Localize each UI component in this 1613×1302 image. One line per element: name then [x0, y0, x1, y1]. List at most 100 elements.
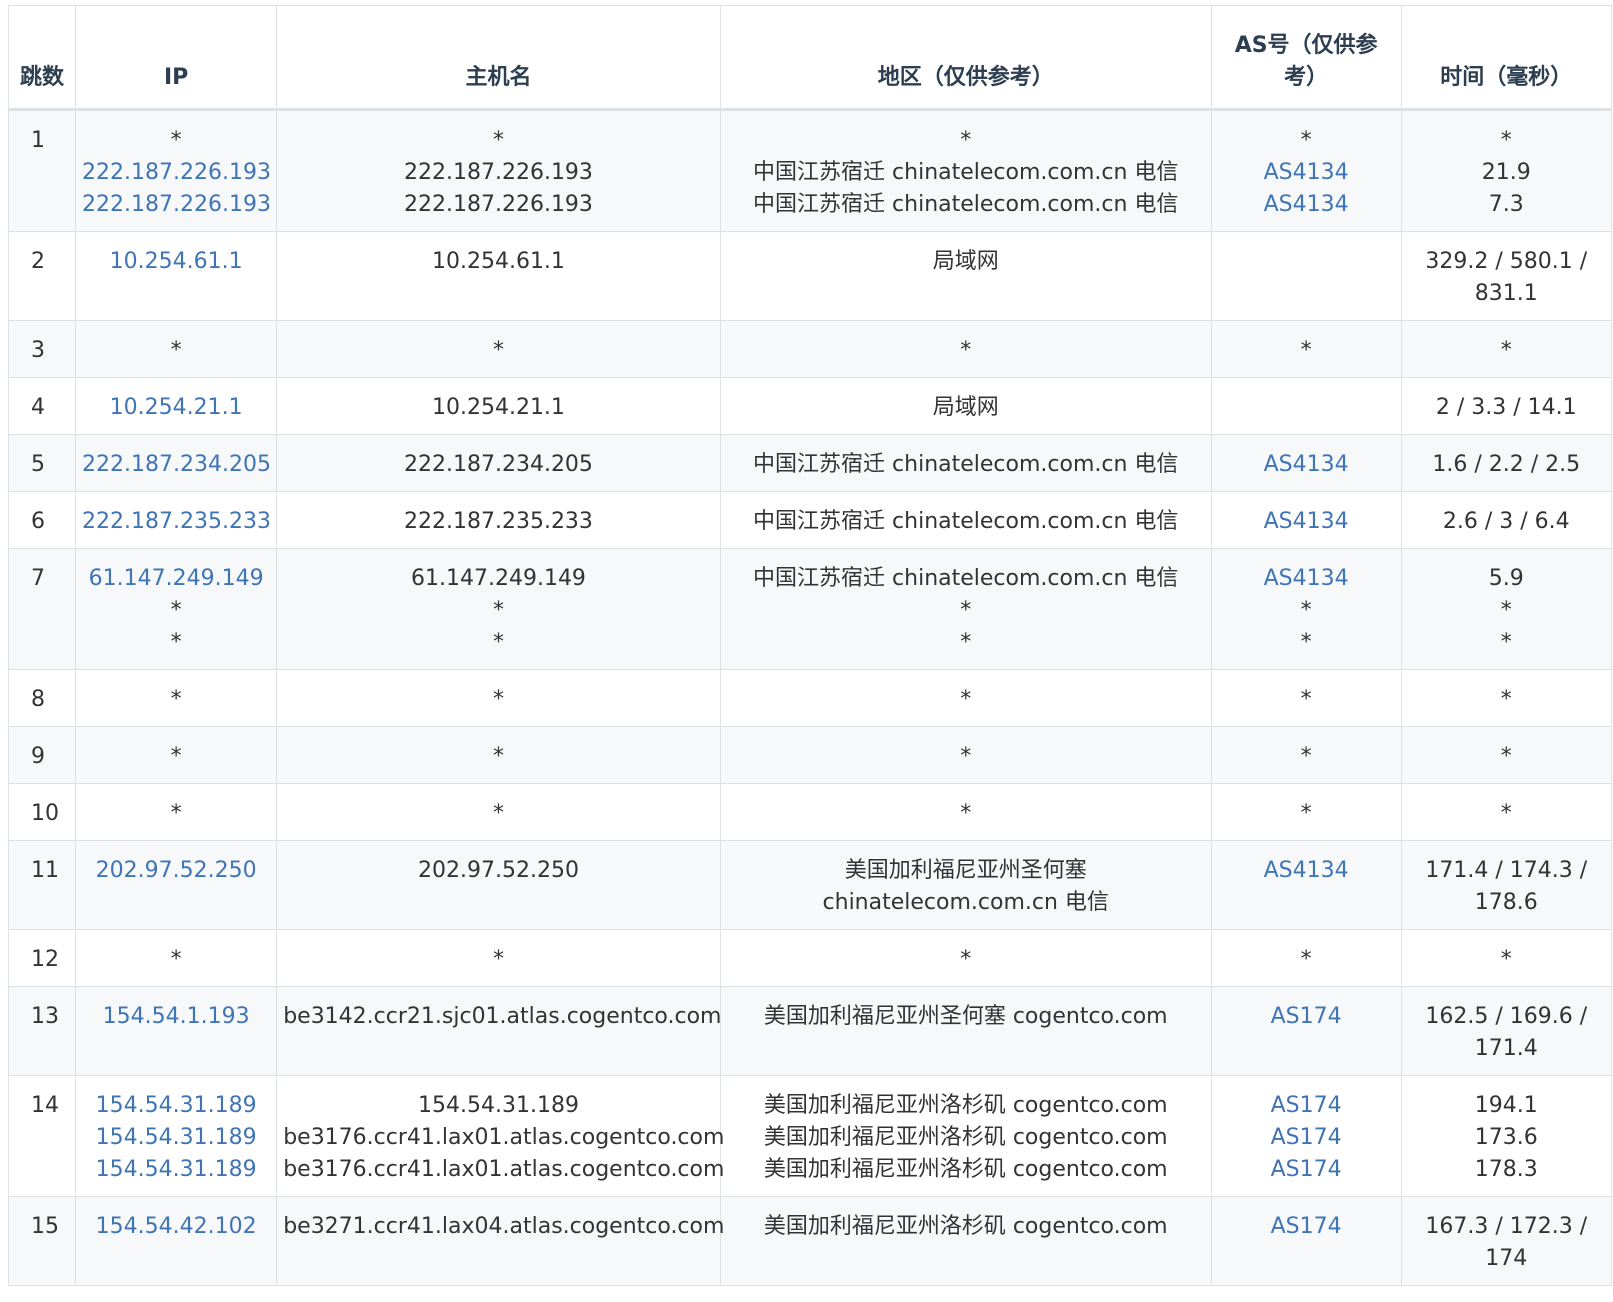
ip-address-cell: *	[75, 929, 278, 987]
hostname: 202.97.52.250	[417, 858, 579, 883]
ip-address-link[interactable]: 222.187.234.205	[82, 449, 271, 481]
hostname-cell: 10.254.61.1	[276, 231, 721, 321]
col-header-region: 地区（仅供参考）	[719, 5, 1212, 111]
hostname-cell: *	[276, 320, 721, 378]
asn-link[interactable]: AS174	[1218, 1001, 1395, 1033]
ip-address-cell: *	[75, 783, 278, 841]
region-cell: 局域网	[719, 377, 1212, 435]
ip-address-cell: * 222.187.226.193 222.187.226.193	[75, 109, 278, 232]
table-body: 1 * 222.187.226.193 222.187.226.193 * 222.187…	[7, 109, 1613, 1286]
asn-link[interactable]: AS4134	[1218, 563, 1395, 595]
latency: 21.9	[1481, 160, 1531, 185]
ip-address-cell: *	[75, 726, 278, 784]
latency-cell: *	[1400, 669, 1613, 727]
asn-link[interactable]: AS174	[1218, 1122, 1395, 1154]
asn-link[interactable]: AS174	[1218, 1090, 1395, 1122]
latency: *	[1500, 744, 1512, 769]
latency: 194.1	[1474, 1093, 1538, 1118]
table-row: 10 * * * * *	[7, 783, 1613, 841]
hostname: be3271.ccr41.lax04.atlas.cogentco.com	[283, 1214, 725, 1239]
region: 局域网	[932, 395, 999, 420]
ip-address-link[interactable]: 154.54.1.193	[82, 1001, 270, 1033]
hop-number: 11	[7, 840, 77, 930]
ip-address-link[interactable]: 154.54.31.189	[82, 1122, 270, 1154]
ip-address-link[interactable]: 154.54.31.189	[82, 1090, 270, 1122]
ip-address-link[interactable]: 202.97.52.250	[82, 855, 270, 887]
hostname: *	[492, 598, 504, 623]
table-row: 14 154.54.31.189 154.54.31.189 154.54.31.18…	[7, 1075, 1613, 1197]
ip-address-link[interactable]: 61.147.249.149	[82, 563, 270, 595]
hostname-cell: be3271.ccr41.lax04.atlas.cogentco.com	[276, 1196, 725, 1286]
hostname-cell: 10.254.21.1	[276, 377, 721, 435]
latency-cell: 2.6 / 3 / 6.4	[1400, 491, 1613, 549]
ip-address: *	[170, 630, 182, 655]
hostname: be3142.ccr21.sjc01.atlas.cogentco.com	[283, 1004, 722, 1029]
hop-number: 14	[7, 1075, 77, 1197]
asn-link[interactable]: AS4134	[1218, 506, 1395, 538]
asn: *	[1300, 598, 1312, 623]
ip-address-link[interactable]: 10.254.61.1	[82, 246, 270, 278]
region: *	[960, 947, 972, 972]
asn: *	[1300, 801, 1312, 826]
latency-cell: 329.2 / 580.1 / 831.1	[1400, 231, 1613, 321]
latency: 173.6	[1474, 1125, 1538, 1150]
table-row: 1 * 222.187.226.193 222.187.226.193 * 222.187…	[7, 109, 1613, 232]
ip-address-link[interactable]: 222.187.235.233	[82, 506, 271, 538]
hostname: *	[492, 630, 504, 655]
header-row: 跳数 IP 主机名 地区（仅供参考） AS号（仅供参考） 时间（毫秒）	[7, 5, 1613, 111]
region: 美国加利福尼亚州洛杉矶 cogentco.com	[763, 1125, 1168, 1150]
asn-link[interactable]: AS4134	[1218, 449, 1395, 481]
ip-address-link[interactable]: 222.187.226.193	[82, 157, 271, 189]
hostname-cell: 154.54.31.189 be3176.ccr41.lax01.atlas.co…	[276, 1075, 724, 1197]
hostname-cell: 222.187.235.233	[276, 491, 721, 549]
ip-address-link[interactable]: 154.54.42.102	[82, 1211, 270, 1243]
latency: *	[1500, 687, 1512, 712]
region: 中国江苏宿迁 chinatelecom.com.cn 电信	[753, 509, 1179, 534]
hop-number: 3	[7, 320, 77, 378]
latency-cell: 167.3 / 172.3 / 174	[1400, 1196, 1613, 1286]
asn-link[interactable]: AS4134	[1218, 189, 1395, 221]
asn-cell: AS4134 * *	[1210, 548, 1402, 670]
table-header: 跳数 IP 主机名 地区（仅供参考） AS号（仅供参考） 时间（毫秒）	[7, 5, 1613, 111]
hostname: *	[492, 687, 504, 712]
ip-address-link[interactable]: 10.254.21.1	[82, 392, 270, 424]
region: *	[960, 128, 972, 153]
region: 中国江苏宿迁 chinatelecom.com.cn 电信	[753, 160, 1179, 185]
asn-link[interactable]: AS4134	[1218, 855, 1395, 887]
ip-address-link[interactable]: 222.187.226.193	[82, 189, 271, 221]
ip-address-cell: *	[75, 320, 278, 378]
region-cell: *	[719, 726, 1212, 784]
table-row: 3 * * * * *	[7, 320, 1613, 378]
region: *	[960, 598, 972, 623]
latency: *	[1500, 338, 1512, 363]
latency: *	[1500, 128, 1512, 153]
region-cell: 美国加利福尼亚州圣何塞 chinatelecom.com.cn 电信	[719, 840, 1212, 930]
latency-cell: 194.1 173.6 178.3	[1400, 1075, 1613, 1197]
asn-cell: AS4134	[1210, 840, 1402, 930]
hop-number: 5	[7, 434, 77, 492]
ip-address: *	[170, 687, 182, 712]
hostname: 10.254.21.1	[431, 395, 565, 420]
ip-address-link[interactable]: 154.54.31.189	[82, 1154, 270, 1186]
ip-address: *	[170, 598, 182, 623]
table-row: 5 222.187.234.205 222.187.234.205 中国江苏宿迁 ch…	[7, 434, 1613, 492]
hostname: *	[492, 947, 504, 972]
table-row: 2 10.254.61.1 10.254.61.1 局域网 329.2 / 580.1 …	[7, 231, 1613, 321]
hostname: *	[492, 801, 504, 826]
latency: *	[1500, 947, 1512, 972]
asn-link[interactable]: AS174	[1218, 1211, 1395, 1243]
region: *	[960, 687, 972, 712]
hostname-cell: *	[276, 783, 721, 841]
asn-cell: *	[1210, 929, 1402, 987]
asn-cell	[1210, 231, 1402, 321]
asn-link[interactable]: AS174	[1218, 1154, 1395, 1186]
hostname: *	[492, 128, 504, 153]
region: 中国江苏宿迁 chinatelecom.com.cn 电信	[753, 566, 1179, 591]
col-header-time: 时间（毫秒）	[1400, 5, 1613, 111]
asn-cell: AS174	[1210, 1196, 1402, 1286]
hostname: *	[492, 338, 504, 363]
table-row: 7 61.147.249.149 * * 61.147.249.149 * * 中国江苏宿迁 …	[7, 548, 1613, 670]
region-cell: 中国江苏宿迁 chinatelecom.com.cn 电信	[719, 491, 1212, 549]
ip-address-cell: 10.254.61.1	[75, 231, 278, 321]
asn-link[interactable]: AS4134	[1218, 157, 1395, 189]
